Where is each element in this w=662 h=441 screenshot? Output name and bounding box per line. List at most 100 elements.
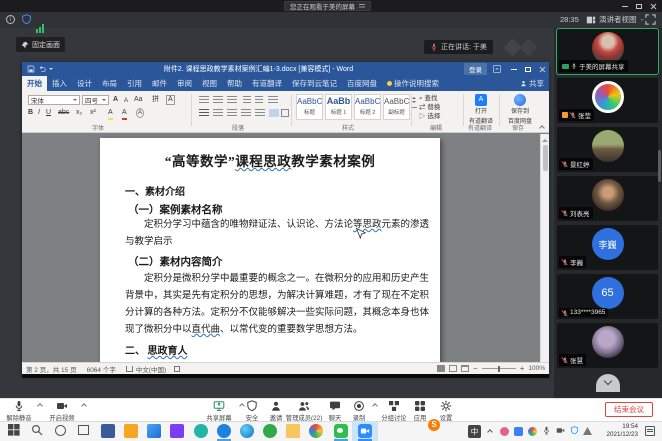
ime-language-indicator[interactable]: 中 bbox=[468, 425, 481, 438]
wechat-icon[interactable] bbox=[334, 424, 348, 438]
baidu-pan-icon[interactable] bbox=[514, 94, 526, 106]
meeting-info-icon[interactable]: i bbox=[6, 15, 15, 24]
bullets-icon[interactable] bbox=[199, 96, 209, 104]
shading-icon[interactable] bbox=[269, 109, 279, 117]
tab-help[interactable]: 帮助 bbox=[222, 76, 247, 91]
tab-design[interactable]: 设计 bbox=[72, 76, 97, 91]
style-title[interactable]: AaBbC标题 bbox=[296, 94, 323, 120]
start-video-button[interactable]: 开启视频 bbox=[44, 400, 80, 422]
style-heading1[interactable]: AaBb标题 1 bbox=[325, 94, 352, 120]
sidebar-scrollbar[interactable] bbox=[658, 150, 661, 182]
taskbar-clock[interactable]: 19:54 2021/12/23 bbox=[594, 423, 638, 439]
view-mode-button[interactable]: 演讲者视图 bbox=[586, 13, 644, 26]
tab-home[interactable]: 开始 bbox=[22, 76, 47, 91]
fullscreen-icon[interactable] bbox=[645, 14, 656, 25]
cloud-app-icon[interactable] bbox=[194, 424, 208, 438]
zoom-slider[interactable] bbox=[482, 368, 516, 369]
participant-tile[interactable]: 景红婷 bbox=[557, 127, 658, 172]
tray-app-icon[interactable] bbox=[514, 427, 523, 436]
minimize-button[interactable] bbox=[618, 0, 632, 12]
defender-shield-icon[interactable] bbox=[570, 426, 579, 435]
participant-tile[interactable]: 65 133****3965 bbox=[557, 274, 658, 319]
sort-icon[interactable] bbox=[268, 96, 278, 104]
chat-button[interactable]: 聊天 bbox=[323, 400, 347, 422]
tell-me-search[interactable]: 操作说明搜索 bbox=[382, 76, 444, 91]
tray-mic-icon[interactable] bbox=[542, 426, 551, 435]
maximize-button[interactable] bbox=[632, 0, 646, 12]
bold-button[interactable]: B bbox=[28, 108, 33, 118]
security-shield-icon[interactable] bbox=[21, 14, 32, 25]
qq-browser-icon[interactable] bbox=[217, 424, 231, 438]
security-button[interactable]: 安全 bbox=[240, 400, 264, 422]
select-button[interactable]: ▷ 选择 bbox=[419, 112, 440, 122]
zoom-out-button[interactable]: − bbox=[473, 364, 478, 373]
tab-insert[interactable]: 插入 bbox=[47, 76, 72, 91]
notes-app-icon[interactable] bbox=[124, 424, 138, 438]
decrease-indent-icon[interactable] bbox=[243, 96, 251, 104]
pin-tooltip[interactable]: 固定画面 bbox=[16, 37, 65, 52]
tab-layout[interactable]: 布局 bbox=[97, 76, 122, 91]
print-layout-icon[interactable] bbox=[449, 365, 457, 372]
subscript-button[interactable]: x₂ bbox=[76, 108, 82, 118]
watching-banner[interactable]: 您正在观看于美的屏幕 bbox=[284, 1, 371, 11]
tab-cloudnote[interactable]: 保存到云笔记 bbox=[287, 76, 342, 91]
close-button[interactable] bbox=[646, 0, 660, 12]
purple-app-icon[interactable] bbox=[170, 424, 184, 438]
word-login-button[interactable]: 登录 bbox=[464, 63, 487, 75]
tab-references[interactable]: 引用 bbox=[122, 76, 147, 91]
strikethrough-button[interactable]: abc bbox=[58, 108, 69, 118]
multilevel-list-icon[interactable] bbox=[227, 96, 237, 104]
change-case-button[interactable]: Aa bbox=[134, 95, 143, 105]
quick-access-toolbar[interactable] bbox=[27, 65, 53, 73]
phonetic-guide-button[interactable]: 拼 bbox=[152, 95, 159, 105]
breakout-rooms-button[interactable]: 分组讨论 bbox=[376, 400, 412, 422]
task-view-icon[interactable] bbox=[77, 424, 91, 438]
photos-app-icon[interactable] bbox=[309, 424, 323, 438]
action-center-icon[interactable] bbox=[645, 426, 655, 436]
font-color-button[interactable]: A bbox=[122, 108, 127, 120]
page-indicator[interactable]: 第 2 页，共 15 页 bbox=[26, 364, 77, 374]
align-right-icon[interactable] bbox=[227, 109, 237, 117]
proofing-icon[interactable] bbox=[126, 366, 133, 372]
underline-button[interactable]: U bbox=[46, 108, 51, 118]
language-indicator[interactable]: 中文(中国) bbox=[136, 364, 166, 374]
style-heading2[interactable]: AaBbC标题 2 bbox=[354, 94, 381, 120]
record-button[interactable]: 录制 bbox=[347, 400, 371, 422]
youdao-translate-icon[interactable]: A bbox=[475, 94, 487, 106]
line-spacing-icon[interactable] bbox=[255, 109, 265, 117]
numbering-icon[interactable] bbox=[213, 96, 223, 104]
edge-icon[interactable] bbox=[240, 424, 254, 438]
read-mode-icon[interactable] bbox=[437, 365, 445, 372]
web-layout-icon[interactable] bbox=[461, 365, 469, 372]
sogou-ime-icon[interactable]: S bbox=[428, 419, 440, 431]
superscript-button[interactable]: x² bbox=[90, 108, 96, 118]
search-icon[interactable] bbox=[31, 424, 45, 438]
tab-mailings[interactable]: 邮件 bbox=[147, 76, 172, 91]
zoom-in-button[interactable]: + bbox=[520, 364, 525, 373]
participant-tile-screenshare[interactable]: 于美的屏幕共享 bbox=[557, 29, 658, 74]
tray-phone-icon[interactable] bbox=[556, 426, 565, 435]
start-button[interactable] bbox=[8, 424, 22, 438]
settings-button[interactable]: 设置 bbox=[434, 400, 458, 422]
document-scrollbar[interactable] bbox=[540, 134, 549, 362]
tab-baidupan[interactable]: 百度网盘 bbox=[342, 76, 382, 91]
tab-youdao[interactable]: 有道翻译 bbox=[247, 76, 287, 91]
enclose-character-button[interactable]: A bbox=[136, 108, 144, 118]
manage-members-button[interactable]: 管理成员(22) bbox=[282, 400, 326, 422]
apps-button[interactable]: 应用 bbox=[408, 400, 432, 422]
highlight-color-button[interactable]: A bbox=[108, 108, 113, 120]
participant-tile[interactable]: 张莹 bbox=[557, 78, 658, 123]
banner-menu-icon[interactable] bbox=[359, 4, 365, 9]
macro-record-icon[interactable] bbox=[174, 366, 180, 372]
docs-app-icon[interactable] bbox=[147, 424, 161, 438]
justify-icon[interactable] bbox=[241, 109, 251, 117]
participant-tile[interactable]: 刘表亮 bbox=[557, 176, 658, 221]
unmute-button[interactable]: 解除静音 bbox=[2, 400, 36, 422]
tray-app-icon[interactable] bbox=[500, 427, 509, 436]
word-close-button[interactable] bbox=[535, 63, 549, 75]
increase-indent-icon[interactable] bbox=[255, 96, 263, 104]
end-meeting-button[interactable]: 结束会议 bbox=[605, 402, 653, 417]
align-center-icon[interactable] bbox=[213, 109, 223, 117]
word-count[interactable]: 6064 个字 bbox=[87, 364, 116, 374]
style-subtitle[interactable]: AaBbC副标题 bbox=[383, 94, 410, 120]
